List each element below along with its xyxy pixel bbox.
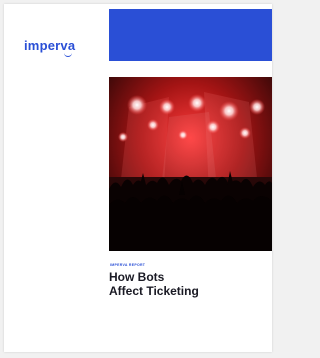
- header-color-band: [109, 9, 272, 61]
- report-eyebrow: IMPERVA REPORT: [110, 263, 146, 267]
- report-cover: imperva IMPERVA REPORT How Bots Affect T…: [4, 4, 272, 352]
- report-title-line-1: How Bots: [109, 270, 165, 284]
- report-title: How Bots Affect Ticketing: [109, 270, 269, 298]
- concert-crowd-photo: [109, 77, 272, 251]
- logo-smile-mark: [64, 53, 72, 57]
- imperva-logo: imperva: [24, 38, 76, 53]
- report-title-line-2: Affect Ticketing: [109, 284, 199, 298]
